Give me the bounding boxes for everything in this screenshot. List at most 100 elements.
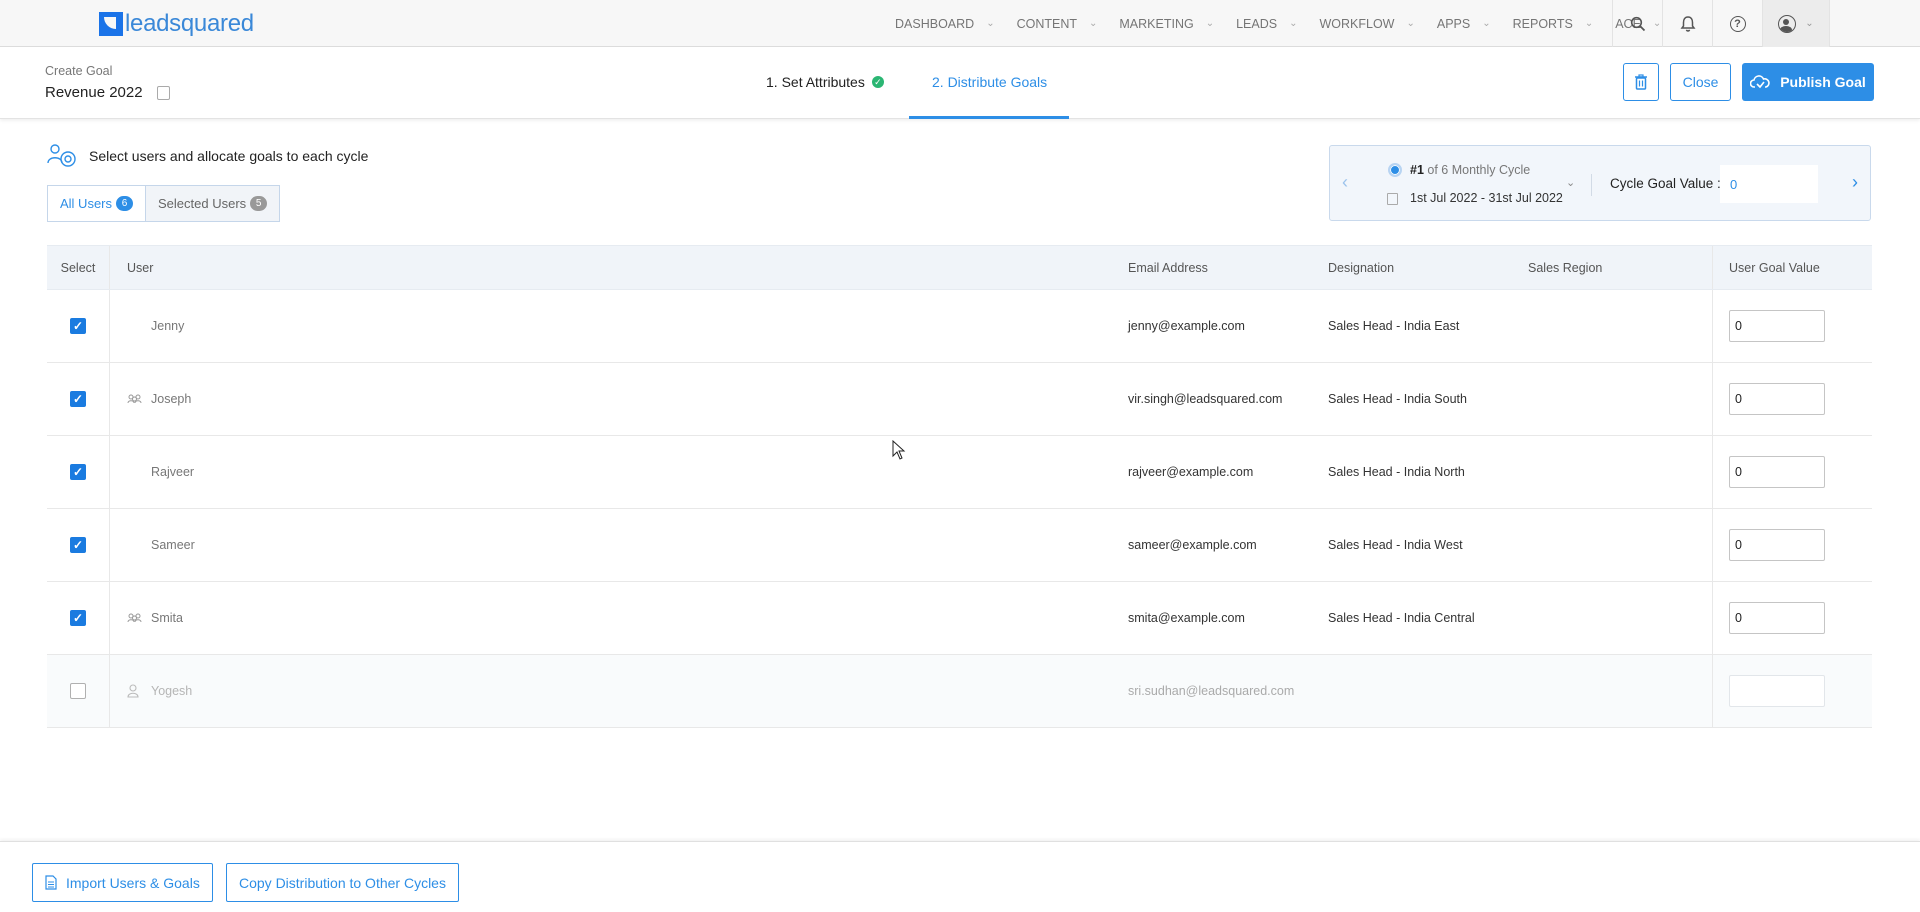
user-email: smita@example.com: [1128, 611, 1245, 625]
divider: [1591, 174, 1592, 196]
user-goal-input[interactable]: 0: [1729, 383, 1825, 415]
delete-button[interactable]: [1623, 63, 1659, 101]
copy-distribution-button[interactable]: Copy Distribution to Other Cycles: [226, 863, 459, 902]
goal-cell: 0: [1712, 436, 1872, 508]
tab-all-users[interactable]: All Users 6: [47, 185, 147, 222]
import-users-goals-button[interactable]: Import Users & Goals: [32, 863, 213, 902]
tab-all-users-label: All Users: [60, 196, 113, 211]
nav-reports-label: REPORTS: [1512, 16, 1573, 31]
chevron-down-icon[interactable]: ⌄: [1566, 176, 1575, 189]
nav-content-label: CONTENT: [1016, 16, 1077, 31]
goal-cell: [1712, 655, 1872, 727]
row-checkbox[interactable]: ✓: [70, 537, 86, 553]
cycle-radio[interactable]: [1388, 163, 1402, 177]
user-goal-input[interactable]: 0: [1729, 529, 1825, 561]
nav-apps[interactable]: APPS ⌄: [1437, 17, 1491, 31]
main-nav: DASHBOARD ⌄ CONTENT ⌄ MARKETING ⌄ LEADS ⌄ WO…: [895, 0, 1683, 47]
col-sales-region: Sales Region: [1528, 260, 1603, 275]
nav-marketing[interactable]: MARKETING ⌄: [1119, 17, 1214, 31]
row-checkbox[interactable]: ✓: [70, 318, 86, 334]
col-email: Email Address: [1128, 260, 1208, 275]
step-distribute-goals[interactable]: 2. Distribute Goals: [932, 74, 1047, 90]
cycle-goal-input[interactable]: 0: [1720, 165, 1818, 203]
goal-cell: 0: [1712, 582, 1872, 654]
search-icon: [1630, 16, 1645, 31]
user-email: rajveer@example.com: [1128, 465, 1254, 479]
row-checkbox[interactable]: ✓: [70, 610, 86, 626]
cycle-dates: 1st Jul 2022 - 31st Jul 2022: [1410, 191, 1563, 205]
user-name: Jenny: [151, 319, 185, 333]
tab-selected-users[interactable]: Selected Users 5: [146, 185, 281, 222]
user-filter-tabs: All Users 6 Selected Users 5: [47, 185, 281, 222]
nav-leads[interactable]: LEADS ⌄: [1236, 17, 1297, 31]
nav-leads-label: LEADS: [1236, 16, 1278, 31]
help-button[interactable]: ?: [1712, 0, 1762, 47]
table-header: Select User Email Address Designation Sa…: [47, 245, 1872, 290]
user-name: Joseph: [151, 392, 192, 406]
goal-header: Create Goal Revenue 2022 1. Set Attribut…: [0, 47, 1920, 119]
chevron-down-icon: ⌄: [986, 18, 995, 29]
publish-goal-button[interactable]: Publish Goal: [1742, 63, 1874, 101]
user-designation: Sales Head - India East: [1328, 319, 1460, 333]
table-row: ✓ Smita smita@example.com Sales Head - I…: [47, 582, 1872, 655]
goal-cell: 0: [1712, 290, 1872, 362]
breadcrumb: Create Goal: [45, 64, 113, 78]
user-cell: Yogesh: [127, 655, 192, 727]
nav-dashboard[interactable]: DASHBOARD ⌄: [895, 17, 995, 31]
user-icon: [1778, 14, 1797, 33]
bell-icon: [1680, 15, 1695, 32]
user-goal-input[interactable]: [1729, 675, 1825, 707]
row-checkbox[interactable]: [70, 683, 86, 699]
user-cell: Jenny: [127, 290, 184, 362]
row-checkbox[interactable]: ✓: [70, 464, 86, 480]
user-goal-input[interactable]: 0: [1729, 602, 1825, 634]
step-set-attributes[interactable]: 1. Set Attributes ✓: [766, 74, 884, 90]
nav-content[interactable]: CONTENT ⌄: [1017, 17, 1098, 31]
user-cell: Sameer: [127, 509, 195, 581]
select-cell: [47, 655, 110, 727]
cycle-index: #1: [1410, 163, 1424, 177]
logo[interactable]: leadsquared: [99, 12, 254, 36]
cycle-name[interactable]: #1 of 6 Monthly Cycle: [1410, 163, 1530, 177]
user-email: vir.singh@leadsquared.com: [1128, 392, 1283, 406]
document-icon: [45, 875, 57, 890]
trash-icon: [1635, 74, 1647, 90]
nav-marketing-label: MARKETING: [1119, 16, 1194, 31]
nav-reports[interactable]: REPORTS ⌄: [1513, 17, 1594, 31]
user-name: Smita: [151, 611, 183, 625]
chevron-down-icon: ⌄: [1805, 18, 1814, 29]
publish-goal-label: Publish Goal: [1780, 74, 1866, 90]
col-user: User: [127, 260, 154, 275]
row-checkbox[interactable]: ✓: [70, 391, 86, 407]
footer-actions: Import Users & Goals Copy Distribution t…: [0, 841, 1920, 912]
user-goal-input[interactable]: 0: [1729, 456, 1825, 488]
count-badge: 5: [250, 196, 268, 211]
active-step-indicator: [909, 116, 1069, 119]
nav-dashboard-label: DASHBOARD: [895, 16, 975, 31]
chevron-right-icon[interactable]: ›: [1852, 172, 1858, 193]
calendar-icon: [1387, 193, 1398, 205]
goal-name: Revenue 2022: [45, 84, 143, 101]
target-users-icon: [47, 144, 76, 167]
user-name: Yogesh: [151, 684, 193, 698]
nav-workflow-label: WORKFLOW: [1319, 16, 1395, 31]
details-icon[interactable]: [156, 85, 170, 100]
close-button[interactable]: Close: [1670, 63, 1731, 101]
user-goal-input[interactable]: 0: [1729, 310, 1825, 342]
user-email: jenny@example.com: [1128, 319, 1245, 333]
table-row: ✓ Sameer sameer@example.com Sales Head -…: [47, 509, 1872, 582]
user-email: sri.sudhan@leadsquared.com: [1128, 684, 1295, 698]
user-name: Rajveer: [151, 465, 195, 479]
col-user-goal: User Goal Value: [1712, 246, 1872, 289]
user-menu-button[interactable]: ⌄: [1762, 0, 1830, 47]
nav-workflow[interactable]: WORKFLOW ⌄: [1319, 17, 1414, 31]
top-nav-bar: leadsquared DASHBOARD ⌄ CONTENT ⌄ MARKETIN…: [0, 0, 1920, 47]
chevron-left-icon[interactable]: ‹: [1342, 172, 1348, 193]
tab-selected-users-label: Selected Users: [158, 196, 247, 211]
chevron-down-icon: ⌄: [1089, 18, 1098, 29]
user-email: sameer@example.com: [1128, 538, 1257, 552]
notifications-button[interactable]: [1662, 0, 1712, 47]
user-name: Sameer: [151, 538, 195, 552]
search-button[interactable]: [1612, 0, 1662, 47]
users-table: Select User Email Address Designation Sa…: [47, 245, 1872, 728]
